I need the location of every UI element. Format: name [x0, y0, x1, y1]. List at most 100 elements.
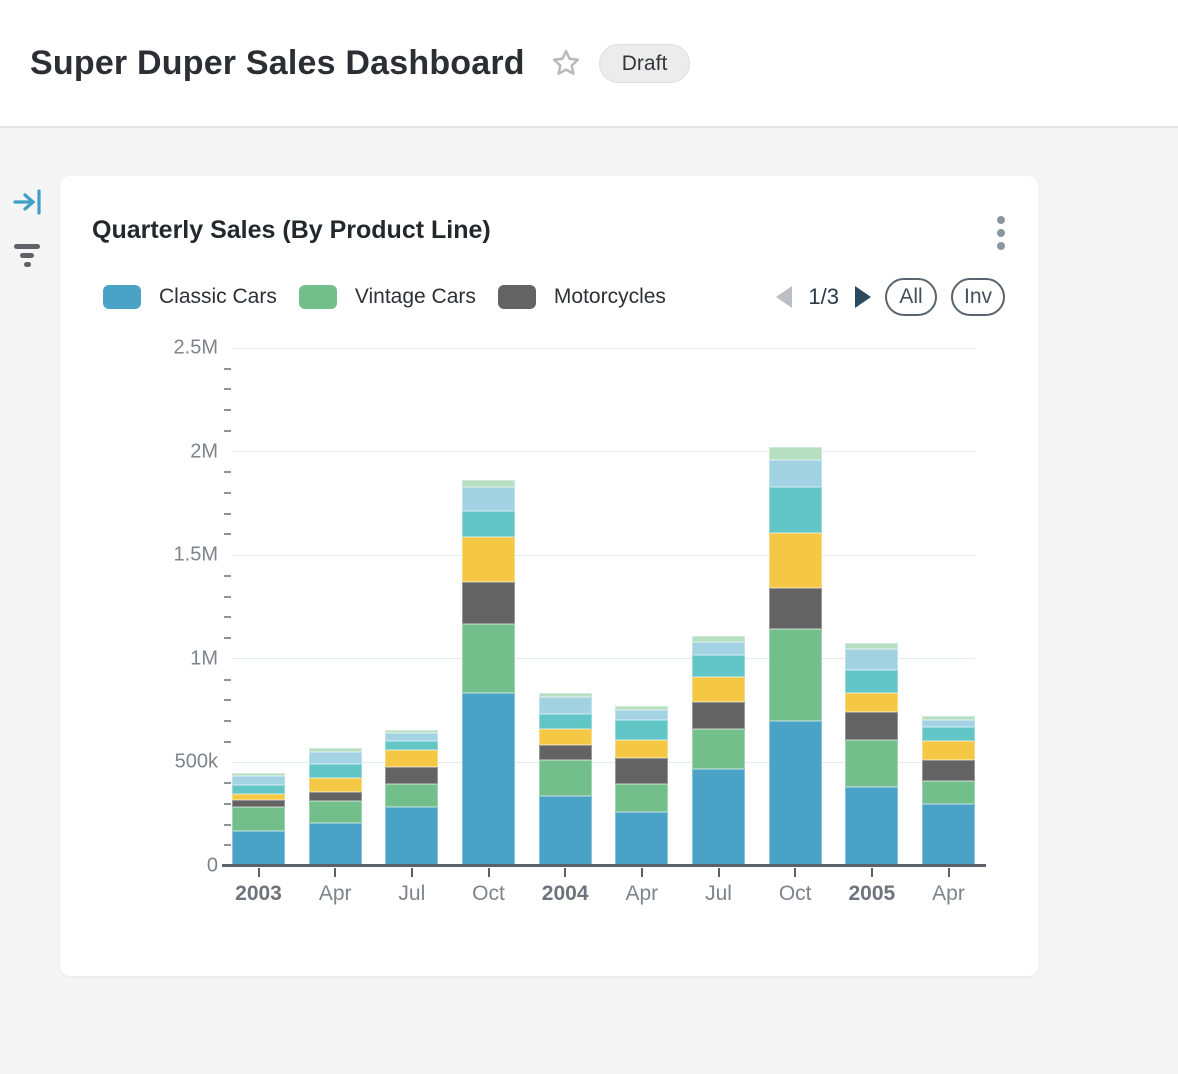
bar-segment[interactable]: [615, 812, 668, 866]
bar-segment[interactable]: [462, 537, 515, 583]
bar-segment[interactable]: [845, 740, 898, 787]
bar-segment[interactable]: [769, 447, 822, 459]
x-axis-tick: [488, 868, 490, 877]
y-axis-minor-tick: [224, 430, 231, 432]
bar-segment[interactable]: [922, 741, 975, 760]
bar-segment[interactable]: [385, 807, 438, 866]
bar-segment[interactable]: [232, 776, 285, 785]
bar-segment[interactable]: [462, 480, 515, 487]
bar-segment[interactable]: [462, 487, 515, 512]
stacked-bar[interactable]: [309, 748, 362, 866]
invert-selection-button[interactable]: Inv: [951, 278, 1005, 316]
stacked-bar[interactable]: [539, 693, 592, 866]
bar-segment[interactable]: [769, 533, 822, 587]
x-axis-tick-label: Oct: [472, 882, 505, 906]
chart-card: Quarterly Sales (By Product Line) Classi…: [60, 176, 1038, 976]
bar-segment[interactable]: [462, 693, 515, 866]
y-axis-labels: 0500k1M1.5M2M2.5M: [60, 348, 218, 866]
bar-segment[interactable]: [922, 760, 975, 781]
y-axis-minor-tick: [224, 824, 231, 826]
bar-segment[interactable]: [922, 727, 975, 741]
bar-segment[interactable]: [692, 729, 745, 770]
bar-segment[interactable]: [845, 787, 898, 866]
bar-segment[interactable]: [539, 714, 592, 730]
bar-segment[interactable]: [385, 733, 438, 741]
stacked-bar[interactable]: [692, 636, 745, 866]
bar-segment[interactable]: [385, 750, 438, 768]
pager-prev-icon[interactable]: [776, 286, 792, 308]
bar-segment[interactable]: [309, 752, 362, 764]
bar-segment[interactable]: [539, 745, 592, 760]
bar-segment[interactable]: [692, 642, 745, 655]
bar-segment[interactable]: [615, 740, 668, 758]
expand-panel-icon[interactable]: [12, 188, 44, 221]
bar-segment[interactable]: [845, 693, 898, 712]
bar-segment[interactable]: [462, 582, 515, 624]
bar-segment[interactable]: [615, 720, 668, 740]
pager-next-icon[interactable]: [855, 286, 871, 308]
bar-segment[interactable]: [385, 784, 438, 807]
bar-segment[interactable]: [309, 801, 362, 823]
bar-segment[interactable]: [462, 511, 515, 536]
bar-segment[interactable]: [769, 588, 822, 630]
page-title: Super Duper Sales Dashboard: [30, 44, 525, 83]
stacked-bar[interactable]: [845, 643, 898, 866]
legend-item[interactable]: Classic Cars: [103, 285, 277, 309]
favorite-star-icon[interactable]: [551, 48, 581, 78]
bar-segment[interactable]: [692, 702, 745, 729]
y-axis-minor-tick: [224, 699, 231, 701]
filter-icon[interactable]: [12, 242, 42, 273]
legend-item[interactable]: Vintage Cars: [299, 285, 476, 309]
bar-segment[interactable]: [232, 800, 285, 807]
bar-segment[interactable]: [615, 710, 668, 720]
kebab-menu-icon[interactable]: [996, 216, 1006, 255]
bar-segment[interactable]: [539, 760, 592, 796]
bar-segment[interactable]: [539, 796, 592, 866]
bar-segment[interactable]: [769, 460, 822, 487]
bar-segment[interactable]: [845, 712, 898, 740]
bar-segment[interactable]: [232, 807, 285, 831]
bar-segment[interactable]: [385, 741, 438, 749]
bar-segment[interactable]: [769, 629, 822, 721]
bar-segment[interactable]: [922, 720, 975, 727]
bar-segment[interactable]: [922, 781, 975, 804]
stacked-bar[interactable]: [462, 480, 515, 866]
legend-item[interactable]: Motorcycles: [498, 285, 666, 309]
y-axis-minor-tick: [224, 720, 231, 722]
bar-segment[interactable]: [922, 804, 975, 866]
bar-segment[interactable]: [845, 670, 898, 692]
y-axis-tick-label: 2M: [190, 440, 218, 463]
bar-segment[interactable]: [385, 767, 438, 784]
x-axis-tick: [718, 868, 720, 877]
stacked-bar[interactable]: [769, 447, 822, 866]
bar-segment[interactable]: [539, 729, 592, 745]
bar-segment[interactable]: [769, 487, 822, 534]
bar-segment[interactable]: [232, 785, 285, 794]
stacked-bar[interactable]: [615, 706, 668, 866]
legend-swatch: [299, 285, 337, 309]
x-axis-tick: [871, 868, 873, 877]
bar-segment[interactable]: [309, 764, 362, 777]
stacked-bar[interactable]: [232, 773, 285, 866]
bar-segment[interactable]: [615, 784, 668, 811]
bar-segment[interactable]: [615, 758, 668, 784]
bar-segment[interactable]: [769, 721, 822, 866]
y-axis-minor-tick: [224, 741, 231, 743]
legend: Classic Cars Vintage Cars Motorcycles: [103, 285, 688, 309]
stacked-bar[interactable]: [922, 716, 975, 866]
bar-segment[interactable]: [845, 649, 898, 671]
bar-segment[interactable]: [309, 778, 362, 792]
bar-segment[interactable]: [309, 792, 362, 801]
bar-segment[interactable]: [232, 831, 285, 866]
stacked-bar[interactable]: [385, 730, 438, 866]
bar-segment[interactable]: [309, 823, 362, 867]
select-all-button[interactable]: All: [885, 278, 937, 316]
x-axis-tick-label: Jul: [398, 882, 425, 906]
bar-segment[interactable]: [539, 697, 592, 714]
bar-segment[interactable]: [692, 677, 745, 702]
bar-segment[interactable]: [692, 769, 745, 866]
y-axis-minor-tick: [224, 637, 231, 639]
x-axis-tick-label: Apr: [932, 882, 965, 906]
bar-segment[interactable]: [692, 655, 745, 677]
bar-segment[interactable]: [462, 624, 515, 693]
